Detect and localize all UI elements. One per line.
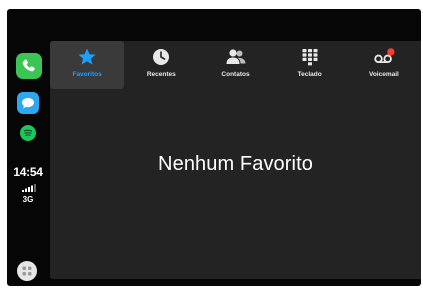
tab-teclado[interactable]: Teclado bbox=[273, 41, 347, 89]
phone-icon bbox=[22, 59, 35, 72]
message-bubble-icon bbox=[22, 97, 34, 109]
tab-favoritos-label: Favoritos bbox=[72, 71, 102, 78]
carplay-home-icon bbox=[22, 266, 32, 276]
status-time: 14:54 bbox=[13, 165, 43, 179]
tab-recentes-label: Recentes bbox=[146, 71, 176, 78]
carplay-screen: 14:54 3G Favoritos Recentes Contatos Tec… bbox=[7, 9, 421, 286]
tab-favoritos[interactable]: Favoritos bbox=[50, 41, 125, 89]
tab-voicemail-label: Voicemail bbox=[368, 71, 399, 78]
clock-icon bbox=[150, 46, 172, 68]
spotify-app-icon[interactable] bbox=[20, 125, 36, 141]
contacts-icon bbox=[225, 46, 247, 68]
spotify-icon bbox=[23, 129, 33, 136]
tab-recentes[interactable]: Recentes bbox=[124, 41, 198, 89]
signal-strength-icon bbox=[22, 184, 36, 192]
home-button[interactable] bbox=[17, 261, 37, 281]
voicemail-badge bbox=[387, 48, 395, 56]
messages-app-icon[interactable] bbox=[17, 92, 39, 114]
keypad-icon bbox=[299, 46, 321, 68]
star-icon bbox=[76, 46, 98, 68]
phone-tab-bar: Favoritos Recentes Contatos Teclado Voic… bbox=[50, 41, 421, 89]
tab-voicemail[interactable]: Voicemail bbox=[347, 41, 421, 89]
tab-contatos-label: Contatos bbox=[221, 71, 250, 78]
network-type: 3G bbox=[22, 195, 34, 204]
phone-favorites-panel: Favoritos Recentes Contatos Teclado Voic… bbox=[50, 41, 421, 279]
tab-teclado-label: Teclado bbox=[297, 71, 322, 78]
app-dock: 14:54 3G bbox=[7, 39, 49, 281]
phone-app-icon[interactable] bbox=[16, 53, 42, 79]
tab-contatos[interactable]: Contatos bbox=[198, 41, 272, 89]
empty-favorites-message: Nenhum Favorito bbox=[158, 153, 313, 175]
voicemail-icon bbox=[373, 46, 395, 68]
